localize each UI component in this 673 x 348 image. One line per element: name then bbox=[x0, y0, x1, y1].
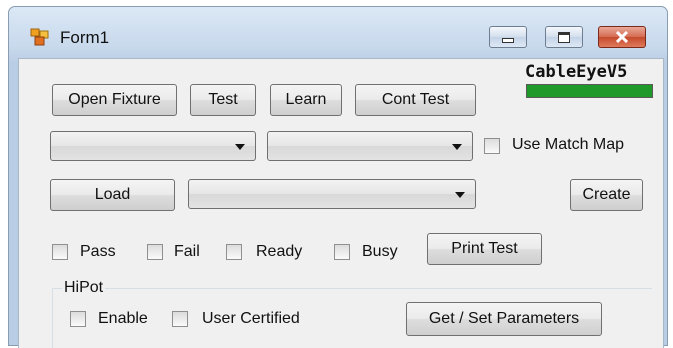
use-match-map-label[interactable]: Use Match Map bbox=[512, 136, 624, 154]
get-set-parameters-button[interactable]: Get / Set Parameters bbox=[406, 302, 602, 336]
cont-test-button[interactable]: Cont Test bbox=[355, 84, 476, 116]
chevron-down-icon bbox=[455, 192, 465, 198]
maximize-button[interactable] bbox=[545, 26, 583, 48]
combo-box-1[interactable] bbox=[50, 131, 256, 161]
pass-label[interactable]: Pass bbox=[80, 243, 116, 261]
busy-label[interactable]: Busy bbox=[362, 243, 398, 261]
status-progress-bar bbox=[526, 84, 653, 98]
minimize-button[interactable] bbox=[489, 26, 527, 48]
open-fixture-button[interactable]: Open Fixture bbox=[52, 84, 177, 116]
fail-label[interactable]: Fail bbox=[174, 243, 200, 261]
user-certified-label[interactable]: User Certified bbox=[202, 310, 300, 328]
enable-checkbox[interactable] bbox=[70, 311, 86, 327]
user-certified-checkbox[interactable] bbox=[172, 311, 188, 327]
print-test-button[interactable]: Print Test bbox=[427, 233, 542, 265]
minimize-icon bbox=[490, 27, 526, 47]
create-button[interactable]: Create bbox=[570, 179, 643, 211]
close-button[interactable] bbox=[598, 26, 646, 48]
enable-label[interactable]: Enable bbox=[98, 310, 148, 328]
combo-box-2[interactable] bbox=[267, 131, 473, 161]
ready-checkbox[interactable] bbox=[226, 244, 242, 260]
use-match-map-checkbox[interactable] bbox=[484, 138, 500, 154]
close-icon bbox=[599, 27, 645, 47]
fail-checkbox[interactable] bbox=[147, 244, 163, 260]
learn-button[interactable]: Learn bbox=[270, 84, 342, 116]
ready-label[interactable]: Ready bbox=[256, 243, 302, 261]
busy-checkbox[interactable] bbox=[334, 244, 350, 260]
test-button[interactable]: Test bbox=[190, 84, 256, 116]
combo-box-3[interactable] bbox=[188, 179, 476, 209]
brand-label: CableEyeV5 bbox=[525, 62, 628, 82]
load-button[interactable]: Load bbox=[50, 179, 175, 211]
maximize-icon bbox=[546, 27, 582, 47]
chevron-down-icon bbox=[235, 144, 245, 150]
hipot-group-title: HiPot bbox=[62, 279, 106, 297]
pass-checkbox[interactable] bbox=[52, 244, 68, 260]
chevron-down-icon bbox=[452, 144, 462, 150]
window-title: Form1 bbox=[60, 28, 110, 47]
app-form-icon bbox=[30, 28, 50, 46]
